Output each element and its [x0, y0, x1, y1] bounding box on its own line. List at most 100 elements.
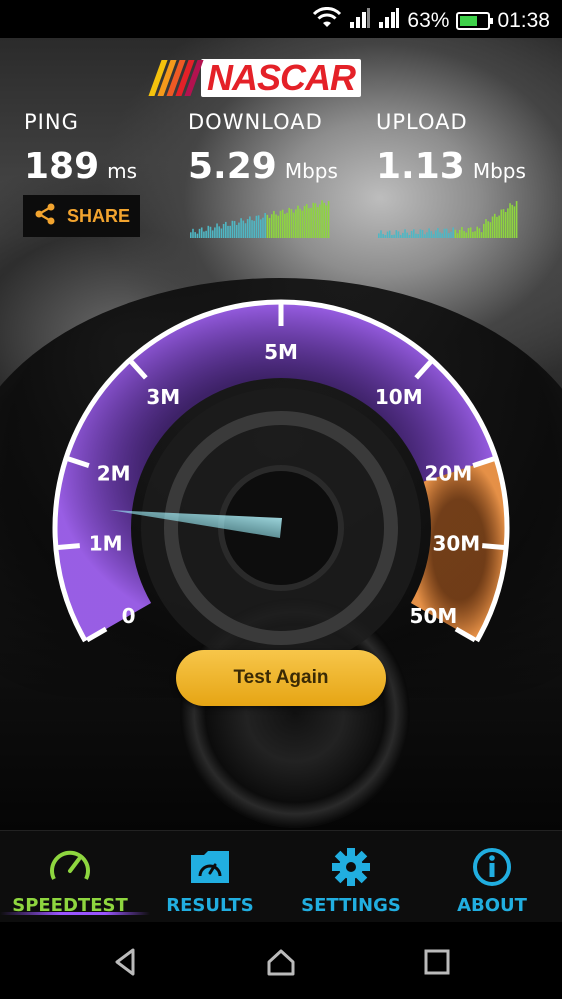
ping-label: PING: [24, 110, 79, 134]
sparkline-bar: [253, 220, 256, 238]
upload-sparkline: [378, 201, 518, 238]
sparkline-bar: [410, 230, 413, 238]
sparkline-bar: [249, 216, 251, 238]
sparkline-bar: [192, 228, 194, 238]
sparkline-bar: [327, 201, 330, 238]
sparkline-bar: [504, 211, 507, 238]
sparkline-bar: [437, 228, 439, 238]
sparkline-bar: [264, 213, 266, 238]
gauge-tick-label: 50M: [410, 604, 458, 628]
sparkline-bar: [469, 227, 472, 238]
sparkline-bar: [242, 220, 245, 238]
nav-speedtest[interactable]: SPEEDTEST: [0, 831, 150, 923]
sparkline-bar: [244, 223, 247, 238]
sparkline-bar: [493, 213, 496, 238]
home-button[interactable]: [261, 942, 301, 982]
nav-about-label: ABOUT: [457, 895, 527, 916]
sparkline-bar: [268, 217, 271, 238]
recents-icon: [424, 949, 450, 975]
sparkline-bar: [194, 232, 196, 238]
sparkline-bar: [461, 227, 463, 238]
sparkline-bar: [395, 230, 398, 238]
sparkline-bar: [238, 222, 240, 238]
sparkline-bar: [240, 218, 242, 238]
gauge-tick-label: 20M: [425, 462, 473, 486]
sparkline-bar: [498, 215, 500, 238]
sparkline-bar: [450, 231, 452, 238]
sparkline-bar: [200, 227, 203, 238]
download-label: DOWNLOAD: [188, 110, 323, 134]
sparkline-bar: [476, 226, 479, 238]
share-icon: [33, 202, 57, 230]
sparkline-bar: [231, 220, 234, 238]
sparkline-bar: [391, 235, 393, 238]
nav-results[interactable]: RESULTS: [150, 831, 270, 923]
battery-icon: [456, 12, 494, 30]
share-button[interactable]: SHARE: [23, 195, 140, 237]
gauge-tick-label: 3M: [146, 385, 180, 409]
sparkline-bar: [260, 219, 262, 238]
upload-unit: Mbps: [472, 159, 526, 183]
sparkline-bar: [445, 228, 448, 238]
sparkline-bar: [382, 234, 384, 238]
sparkline-bar: [209, 226, 212, 238]
test-again-button[interactable]: Test Again: [176, 650, 386, 706]
info-icon: [470, 847, 514, 887]
sparkline-bar: [452, 227, 454, 238]
nav-about[interactable]: ABOUT: [440, 831, 544, 923]
battery-percent: 63%: [407, 9, 450, 32]
sparkline-bar: [421, 230, 424, 238]
sparkline-bar: [251, 220, 253, 238]
sparkline-bar: [419, 229, 422, 238]
upload-value: 1.13 Mbps: [376, 146, 526, 187]
home-icon: [267, 949, 295, 976]
sparkline-bar: [299, 208, 301, 238]
sparkline-bar: [393, 234, 395, 238]
download-value: 5.29 Mbps: [188, 146, 338, 187]
sparkline-bar: [402, 232, 404, 238]
sparkline-bar: [308, 208, 310, 238]
sparkline-bar: [426, 232, 428, 238]
download-unit: Mbps: [284, 159, 338, 183]
sparkline-bar: [404, 229, 406, 238]
ping-unit: ms: [107, 159, 138, 183]
sparkline-bar: [297, 205, 299, 238]
sparkline-bar: [443, 228, 446, 238]
sparkline-bar: [303, 205, 306, 238]
nav-settings[interactable]: SETTINGS: [290, 831, 412, 923]
sparkline-bar: [207, 225, 210, 238]
sparkline-bar: [229, 225, 231, 238]
gear-icon: [329, 847, 373, 887]
recents-button[interactable]: [417, 942, 457, 982]
sparkline-bar: [214, 227, 216, 238]
sparkline-bar: [262, 217, 264, 238]
sparkline-bar: [432, 234, 435, 238]
logo-stripes: [148, 60, 204, 96]
sparkline-bar: [310, 207, 312, 238]
speedtest-screen: NASCAR PING DOWNLOAD UPLOAD 189 ms 5.29 Mb…: [0, 38, 562, 830]
gauge-tick-label: 5M: [264, 340, 298, 364]
sparkline-bar: [246, 219, 249, 238]
back-button[interactable]: [105, 942, 145, 982]
battery-fill: [460, 16, 477, 26]
sparkline-bar: [233, 221, 236, 238]
sparkline-bar: [266, 214, 269, 238]
sparkline-bar: [316, 207, 319, 238]
gauge-tick-label: 2M: [97, 462, 131, 486]
sparkline-bar: [511, 204, 514, 238]
gauge-tick-label: 0: [122, 604, 136, 628]
sparkline-bar: [458, 229, 461, 238]
sparkline-bar: [301, 210, 304, 238]
sparkline-bar: [434, 230, 437, 238]
sparkline-bar: [218, 226, 221, 238]
sparkline-bar: [513, 206, 516, 238]
sparkline-bar: [227, 225, 229, 238]
sparkline-bar: [380, 230, 382, 238]
sparkline-bar: [454, 229, 457, 238]
sparkline-bar: [515, 201, 518, 238]
sparkline-bar: [474, 231, 476, 238]
share-label: SHARE: [66, 205, 130, 226]
upload-number: 1.13: [376, 146, 465, 187]
sparkline-bar: [456, 233, 459, 238]
sparkline-bar: [406, 232, 409, 238]
